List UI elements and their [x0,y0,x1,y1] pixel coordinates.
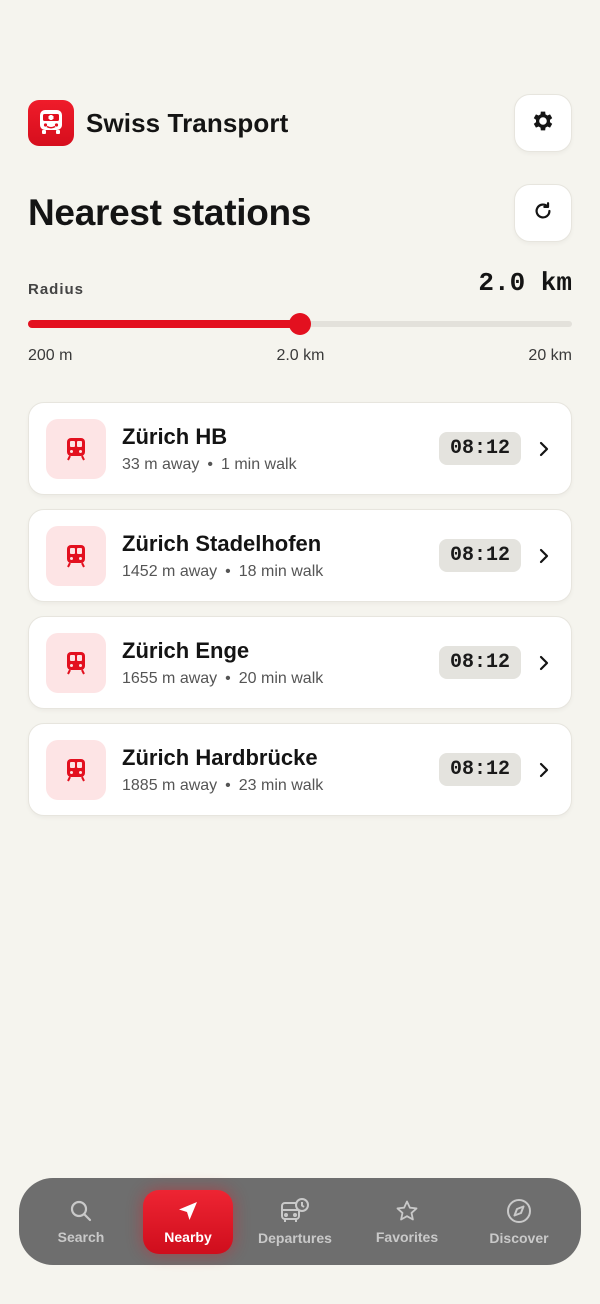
scale-min-label: 200 m [28,347,73,364]
station-distance: 1885 m away [122,776,218,794]
brand: Swiss Transport [28,100,288,146]
station-list: Zürich HB 33 m away • 1 min walk 08:12 Zür… [28,402,572,830]
train-icon [46,525,106,586]
train-icon [46,739,106,800]
departure-time-badge: 08:12 [438,539,521,572]
station-meta: 33 m away • 1 min walk [122,456,439,474]
station-meta: 1885 m away • 23 min walk [122,777,439,795]
settings-button[interactable] [514,94,572,152]
station-info: Zürich HB 33 m away • 1 min walk [122,424,439,474]
train-icon [46,418,106,479]
station-info: Zürich Enge 1655 m away • 20 min walk [122,638,439,688]
slider-thumb[interactable] [289,313,311,335]
radius-label: Radius [28,281,85,298]
departure-time-badge: 08:12 [438,432,521,465]
radius-slider[interactable] [28,313,572,335]
radius-row: Radius 2.0 km [28,268,572,298]
refresh-button[interactable] [514,184,572,242]
chevron-right-icon [539,655,553,670]
tab-label: Departures [258,1229,332,1246]
station-name: Zürich Hardbrücke [122,744,318,770]
refresh-icon [532,200,554,227]
station-info: Zürich Stadelhofen 1452 m away • 18 min wa… [122,531,439,581]
station-name: Zürich HB [122,423,228,449]
separator-dot: • [225,669,231,687]
tab-departures[interactable]: Departures [245,1190,345,1254]
station-info: Zürich Hardbrücke 1885 m away • 23 min wal… [122,745,439,795]
chevron-right-icon [539,548,553,563]
app-header: Swiss Transport [28,94,572,152]
compass-icon [506,1198,532,1224]
station-card[interactable]: Zürich Enge 1655 m away • 20 min walk 08:1… [28,616,572,709]
station-card[interactable]: Zürich Stadelhofen 1452 m away • 18 min wa… [28,509,572,602]
tab-label: Nearby [164,1228,212,1245]
station-distance: 1452 m away [122,562,218,580]
bus-icon [28,100,74,146]
chevron-right-icon [539,441,553,456]
tab-label: Search [57,1228,105,1245]
bus-clock-icon [280,1197,310,1224]
station-meta: 1452 m away • 18 min walk [122,563,439,581]
page-title: Nearest stations [28,192,312,233]
station-distance: 1655 m away [122,669,218,687]
app-title: Swiss Transport [86,107,289,138]
slider-fill [28,320,300,328]
tab-nearby[interactable]: Nearby [143,1189,233,1254]
section-header: Nearest stations [28,184,572,242]
tab-label: Discover [489,1229,549,1246]
station-name: Zürich Enge [122,637,250,663]
station-walk: 23 min walk [238,776,324,794]
radius-value: 2.0 km [478,268,572,298]
scale-max-label: 20 km [528,347,572,364]
search-icon [69,1199,93,1223]
chevron-right-icon [539,762,553,777]
station-card[interactable]: Zürich HB 33 m away • 1 min walk 08:12 [28,402,572,495]
departure-time-badge: 08:12 [438,646,521,679]
train-icon [46,632,106,693]
navigation-arrow-icon [176,1199,200,1223]
tab-favorites[interactable]: Favorites [357,1190,457,1254]
scale-mid-label: 2.0 km [276,347,325,364]
radius-scale: 200 m 2.0 km 20 km [28,347,572,365]
departure-time-badge: 08:12 [438,753,521,786]
station-walk: 18 min walk [238,562,324,580]
station-distance: 33 m away [122,455,200,473]
separator-dot: • [225,562,231,580]
separator-dot: • [207,455,213,473]
station-walk: 1 min walk [220,455,297,473]
separator-dot: • [225,776,231,794]
station-walk: 20 min walk [238,669,324,687]
tab-label: Favorites [375,1228,439,1245]
gear-icon [530,108,556,139]
station-meta: 1655 m away • 20 min walk [122,670,439,688]
station-name: Zürich Stadelhofen [122,530,322,556]
station-card[interactable]: Zürich Hardbrücke 1885 m away • 23 min wal… [28,723,572,816]
tab-search[interactable]: Search [31,1190,131,1254]
star-icon [395,1199,419,1223]
tab-discover[interactable]: Discover [469,1190,569,1254]
bottom-tab-bar: Search Nearby Departures Favorites Disco… [19,1178,581,1265]
